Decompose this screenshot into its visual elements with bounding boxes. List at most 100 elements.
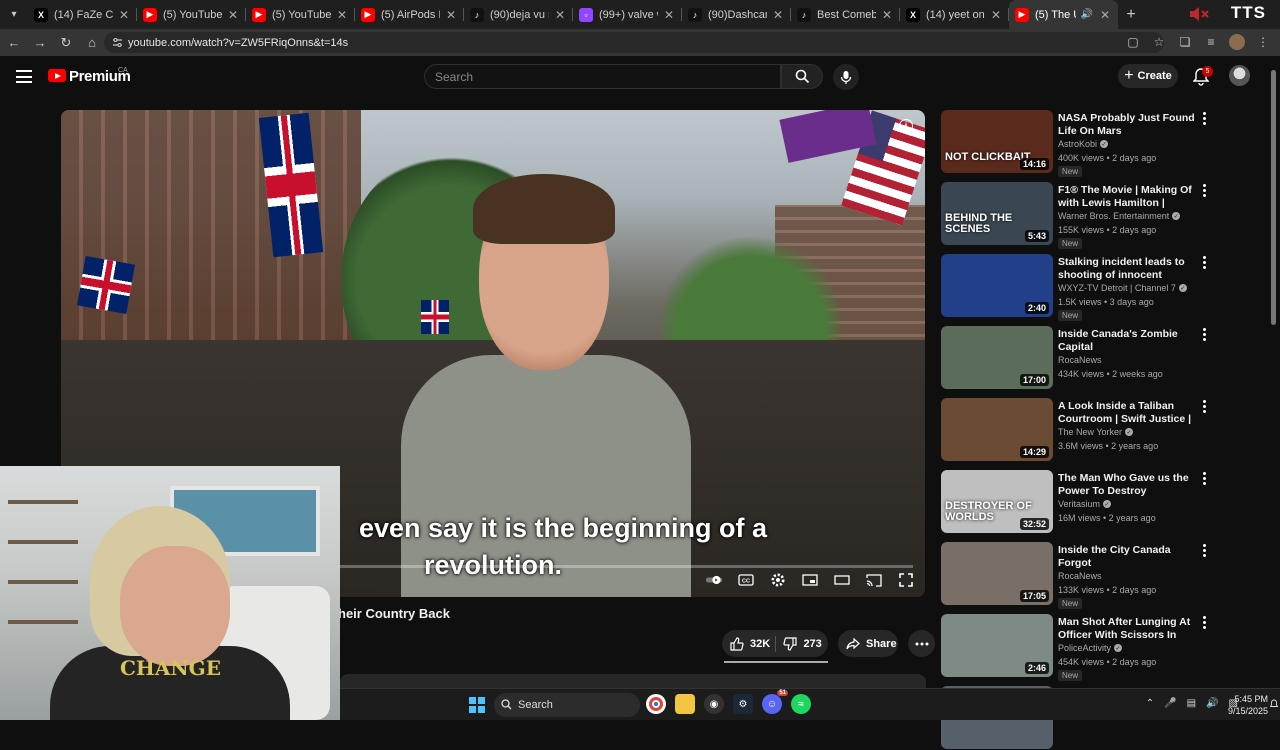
forward-button[interactable]: → <box>28 31 52 55</box>
recommended-video[interactable]: 14:29 A Look Inside a Taliban Courtroom |… <box>941 398 1216 462</box>
windows-start-icon[interactable] <box>469 697 485 713</box>
recommended-video[interactable]: 17:00 Inside Canada's Zombie Capital RocaN… <box>941 326 1216 390</box>
settings-gear-icon[interactable] <box>769 571 787 589</box>
reload-button[interactable]: ↻ <box>54 31 78 55</box>
file-explorer-icon[interactable] <box>675 694 695 714</box>
site-info-icon[interactable] <box>112 37 123 48</box>
address-bar[interactable]: youtube.com/watch?v=ZW5FRiqOnns&t=14s <box>104 32 1164 53</box>
recommended-video-title[interactable]: Stalking incident leads to shooting of i… <box>1058 256 1198 282</box>
chrome-icon[interactable] <box>646 694 666 714</box>
browser-tab[interactable]: X (14) yeet on X: "E ✕ <box>900 0 1009 29</box>
tray-microphone-icon[interactable]: 🎤 <box>1164 698 1176 709</box>
fullscreen-icon[interactable] <box>897 571 915 589</box>
miniplayer-icon[interactable] <box>801 571 819 589</box>
create-button[interactable]: + Create <box>1118 64 1178 88</box>
search-input[interactable]: Search <box>424 64 781 89</box>
recommended-video-title[interactable]: Inside Canada's Zombie Capital <box>1058 328 1198 354</box>
more-actions-button[interactable] <box>908 630 935 657</box>
tray-network-icon[interactable]: ▤ <box>1187 698 1196 709</box>
video-thumbnail[interactable]: NOT CLICKBAIT 14:16 <box>941 110 1053 173</box>
share-button[interactable]: Share <box>838 630 898 657</box>
search-button[interactable] <box>781 64 823 89</box>
profile-avatar[interactable] <box>1228 32 1246 52</box>
voice-search-button[interactable] <box>833 64 859 90</box>
recommended-video[interactable]: 17:05 Inside the City Canada Forgot RocaNe… <box>941 542 1216 609</box>
browser-tab[interactable]: ♪ Best Comebacks ✕ <box>791 0 900 29</box>
tray-chevron-icon[interactable]: ⌃ <box>1146 698 1154 709</box>
video-thumbnail[interactable]: 2:40 <box>941 254 1053 317</box>
more-vertical-icon[interactable] <box>1199 544 1209 558</box>
more-vertical-icon[interactable] <box>1199 472 1209 486</box>
taskbar-clock[interactable]: 5:45 PM 9/15/2025 <box>1228 693 1268 717</box>
browser-tab[interactable]: ▫ (99+) valve workin ✕ <box>573 0 682 29</box>
like-button[interactable]: 32K <box>730 636 775 651</box>
more-vertical-icon[interactable] <box>1199 328 1209 342</box>
tab-close-icon[interactable]: ✕ <box>880 8 894 22</box>
tab-close-icon[interactable]: ✕ <box>117 8 131 22</box>
tab-audio-icon[interactable]: 🔊 <box>1080 9 1094 20</box>
tab-close-icon[interactable]: ✕ <box>662 8 676 22</box>
more-vertical-icon[interactable] <box>1199 184 1209 198</box>
browser-tab[interactable]: ▶ (5) YouTube ✕ <box>246 0 355 29</box>
youtube-logo-icon[interactable] <box>48 69 66 82</box>
more-vertical-icon[interactable] <box>1199 256 1209 270</box>
recommended-video[interactable]: DESTROYER OF WORLDS 32:52 The Man Who Gave… <box>941 470 1216 534</box>
tab-close-icon[interactable]: ✕ <box>226 8 240 22</box>
extensions-icon[interactable]: ❏ <box>1176 32 1194 52</box>
recommended-video-title[interactable]: The Man Who Gave us the Power To Destroy… <box>1058 472 1198 498</box>
tab-close-icon[interactable]: ✕ <box>989 8 1003 22</box>
steam-icon[interactable]: ⚙ <box>733 694 753 714</box>
reading-list-icon[interactable]: ≡ <box>1202 32 1220 52</box>
video-thumbnail[interactable]: DESTROYER OF WORLDS 32:52 <box>941 470 1053 533</box>
channel-name[interactable]: Veritasium ✓ <box>1058 499 1112 509</box>
discord-icon[interactable]: ☺ 51 <box>762 690 788 714</box>
tab-close-icon[interactable]: ✕ <box>335 8 349 22</box>
channel-name[interactable]: WXYZ-TV Detroit | Channel 7 ✓ <box>1058 283 1187 293</box>
tab-search-button[interactable]: ▾ <box>0 0 28 29</box>
video-thumbnail[interactable]: BEHIND THE SCENES 5:43 <box>941 182 1053 245</box>
new-tab-button[interactable]: + <box>1118 6 1144 24</box>
recommended-video-title[interactable]: Inside the City Canada Forgot <box>1058 544 1198 570</box>
taskbar-search[interactable]: Search <box>494 693 640 717</box>
tray-volume-icon[interactable]: 🔊 <box>1206 698 1218 709</box>
recommended-video[interactable]: NOT CLICKBAIT 14:16 NASA Probably Just Fou… <box>941 110 1216 177</box>
browser-tab[interactable]: ♪ (90)deja vu mome ✕ <box>464 0 573 29</box>
tab-close-icon[interactable]: ✕ <box>771 8 785 22</box>
channel-name[interactable]: RocaNews <box>1058 355 1102 365</box>
recommended-video[interactable]: 2:46 Man Shot After Lunging At Officer Wi… <box>941 614 1216 681</box>
video-info-icon[interactable]: i <box>899 119 913 133</box>
browser-tab[interactable]: ▶ (5) YouTube ✕ <box>137 0 246 29</box>
notification-center-icon[interactable] <box>1270 699 1278 709</box>
video-thumbnail[interactable]: 14:29 <box>941 398 1053 461</box>
recommended-video[interactable]: 2:40 Stalking incident leads to shooting … <box>941 254 1216 321</box>
recommended-video-title[interactable]: NASA Probably Just Found Life On Mars <box>1058 112 1198 138</box>
obs-icon[interactable]: ◉ <box>704 694 724 714</box>
browser-tab[interactable]: ▶ (5) The UK Re 🔊 ✕ <box>1009 0 1118 29</box>
video-thumbnail[interactable]: 17:00 <box>941 326 1053 389</box>
more-vertical-icon[interactable] <box>1199 616 1209 630</box>
browser-tab[interactable]: ♪ (90)Dashcam Foo ✕ <box>682 0 791 29</box>
account-avatar[interactable] <box>1229 65 1250 86</box>
subtitles-cc-icon[interactable]: CC <box>737 571 755 589</box>
recommended-video-title[interactable]: Man Shot After Lunging At Officer With S… <box>1058 616 1198 642</box>
tab-close-icon[interactable]: ✕ <box>553 8 567 22</box>
browser-tab[interactable]: X (14) FaZe Clan on ✕ <box>28 0 137 29</box>
theater-mode-icon[interactable] <box>833 571 851 589</box>
tab-close-icon[interactable]: ✕ <box>1098 8 1112 22</box>
tab-close-icon[interactable]: ✕ <box>444 8 458 22</box>
more-vertical-icon[interactable] <box>1199 112 1209 126</box>
guide-menu-icon[interactable] <box>16 70 32 83</box>
channel-name[interactable]: PoliceActivity ✓ <box>1058 643 1123 653</box>
cast-icon[interactable] <box>865 571 883 589</box>
channel-name[interactable]: Warner Bros. Entertainment ✓ <box>1058 211 1181 221</box>
recommended-video-title[interactable]: A Look Inside a Taliban Courtroom | Swif… <box>1058 400 1198 426</box>
more-vertical-icon[interactable] <box>1199 400 1209 414</box>
browser-menu-icon[interactable]: ⋮ <box>1254 32 1272 52</box>
video-thumbnail[interactable]: 2:46 <box>941 614 1053 677</box>
home-button[interactable]: ⌂ <box>80 31 104 55</box>
back-button[interactable]: ← <box>2 31 26 55</box>
scrollbar-thumb[interactable] <box>1271 70 1276 325</box>
channel-name[interactable]: AstroKobi ✓ <box>1058 139 1109 149</box>
channel-name[interactable]: The New Yorker ✓ <box>1058 427 1134 437</box>
autoplay-toggle[interactable] <box>705 571 723 589</box>
